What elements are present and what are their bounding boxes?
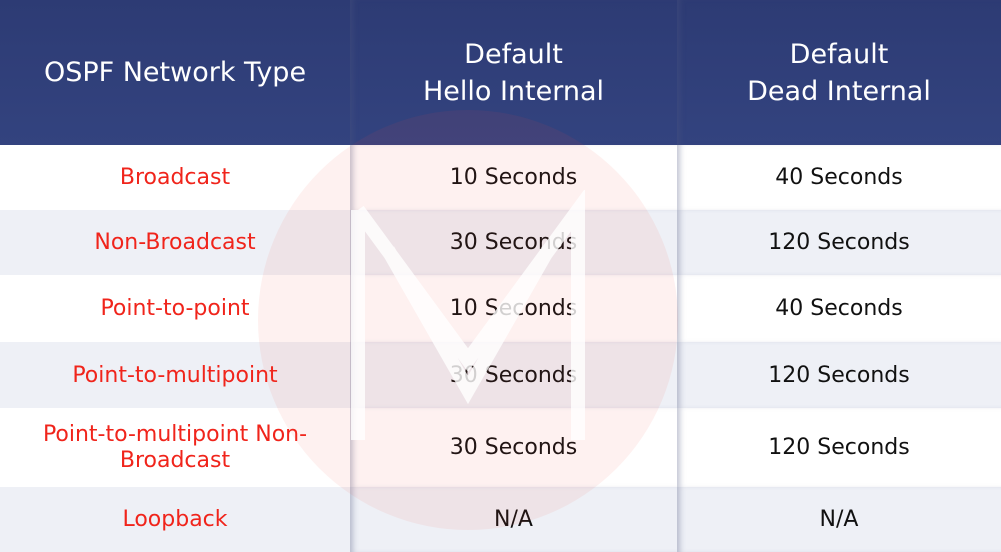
table-row: Point-to-multipoint 30 Seconds 120 Seconds — [0, 342, 1001, 408]
ospf-timers-table: OSPF Network Type Default Hello Internal… — [0, 0, 1001, 552]
network-type-cell: Non-Broadcast — [0, 210, 350, 275]
hello-interval-cell: 10 Seconds — [350, 145, 677, 210]
network-type-cell: Point-to-multipoint Non-Broadcast — [42, 421, 308, 473]
hello-interval-cell: 30 Seconds — [350, 210, 677, 275]
dead-interval-cell: 40 Seconds — [677, 145, 1001, 210]
network-type-cell: Broadcast — [119, 165, 231, 190]
network-type-cell: Point-to-point — [100, 296, 250, 321]
hello-interval-cell: 30 Seconds — [350, 342, 677, 408]
dead-interval-cell: N/A — [677, 487, 1001, 552]
table-row: Loopback N/A N/A — [0, 487, 1001, 552]
table-row: Broadcast 10 Seconds 40 Seconds — [0, 145, 1001, 210]
header-hello-interval: Default Hello Internal — [350, 0, 677, 145]
dead-interval-cell: 120 Seconds — [677, 408, 1001, 487]
network-type-cell: Point-to-multipoint — [0, 342, 350, 408]
header-dead-interval: Default Dead Internal — [677, 0, 1001, 145]
table-row: Point-to-point 10 Seconds 40 Seconds — [0, 275, 1001, 342]
hello-interval-cell: 30 Seconds — [350, 408, 677, 487]
table-row: Non-Broadcast 30 Seconds 120 Seconds — [0, 210, 1001, 275]
header-row: OSPF Network Type Default Hello Internal… — [0, 0, 1001, 145]
dead-interval-cell: 120 Seconds — [677, 210, 1001, 275]
hello-interval-cell: 10 Seconds — [350, 275, 677, 342]
dead-interval-cell: 120 Seconds — [677, 342, 1001, 408]
dead-interval-cell: 40 Seconds — [677, 275, 1001, 342]
header-network-type: OSPF Network Type — [0, 0, 350, 145]
hello-interval-cell: N/A — [350, 487, 677, 552]
table-row: Point-to-multipoint Non-Broadcast 30 Seco… — [0, 408, 1001, 487]
network-type-cell: Loopback — [0, 487, 350, 552]
